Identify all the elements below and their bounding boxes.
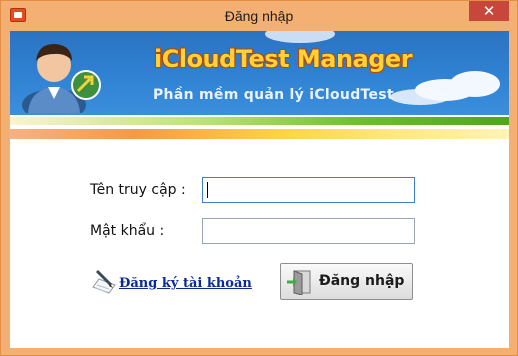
close-button[interactable]: ✕ xyxy=(469,1,509,21)
banner-subtitle: Phần mềm quản lý iCloudTest xyxy=(153,87,394,103)
register-account-link[interactable]: Đăng ký tài khoản xyxy=(119,276,252,291)
login-form: Tên truy cập : Mật khẩu : Đăng ký tài kh… xyxy=(10,143,509,348)
password-label: Mật khẩu : xyxy=(90,223,165,239)
username-input[interactable] xyxy=(202,177,415,203)
login-button[interactable]: Đăng nhập xyxy=(280,263,413,300)
header-banner: iCloudTest Manager Phần mềm quản lý iClo… xyxy=(10,31,509,115)
decorative-stripe xyxy=(10,115,509,143)
login-window: Đăng nhập ✕ iCloudTest Manager Phần mềm … xyxy=(0,0,518,356)
cloud-decoration xyxy=(265,31,335,43)
login-button-label: Đăng nhập xyxy=(319,273,405,289)
password-input[interactable] xyxy=(202,218,415,244)
title-bar[interactable]: Đăng nhập ✕ xyxy=(1,1,517,31)
door-exit-icon xyxy=(287,270,311,295)
banner-title: iCloudTest Manager xyxy=(154,45,413,73)
pen-paper-icon[interactable] xyxy=(91,267,117,297)
orange-stripe xyxy=(10,129,509,139)
username-label: Tên truy cập : xyxy=(90,182,186,198)
window-title: Đăng nhập xyxy=(224,8,294,24)
green-stripe xyxy=(10,117,509,125)
cloud-decoration xyxy=(450,71,500,97)
cloud-decoration xyxy=(390,89,450,105)
text-caret xyxy=(207,182,208,198)
user-avatar-icon xyxy=(22,43,101,113)
